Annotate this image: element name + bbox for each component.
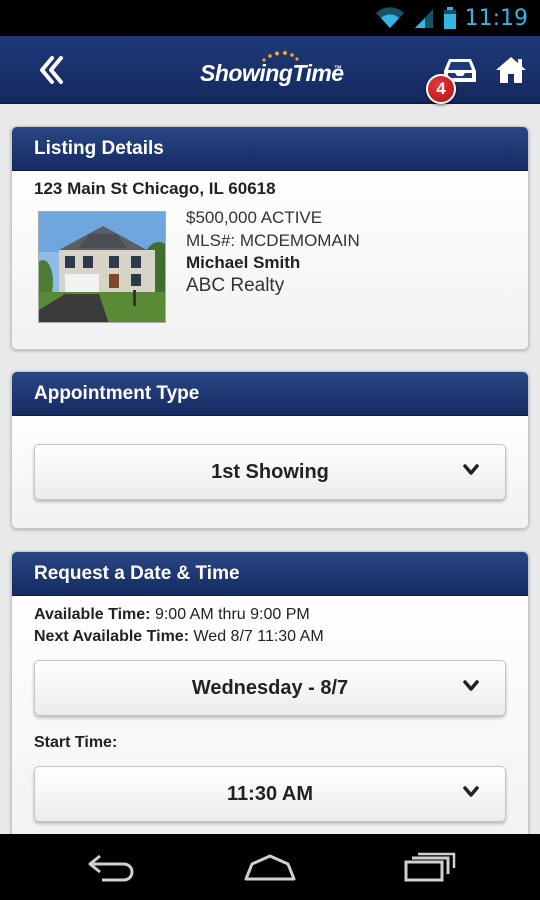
appointment-type-value: 1st Showing [211,460,329,483]
nav-home-icon[interactable] [242,852,298,882]
nav-recents-icon[interactable] [402,852,456,882]
appointment-type-header: Appointment Type [12,372,528,416]
home-icon [496,57,526,83]
wifi-icon [375,7,404,29]
main-content: Listing Details 123 Main St Chicago, IL … [0,104,540,834]
signal-icon [414,9,433,28]
listing-details-card: Listing Details 123 Main St Chicago, IL … [11,126,529,350]
chevron-down-icon [463,786,479,797]
app-logo: ShowingTime ™ [200,50,350,90]
logo-text: ShowingTime [200,60,344,86]
appointment-type-card: Appointment Type 1st Showing [11,371,529,529]
battery-icon [443,7,456,29]
start-time-select[interactable]: 11:30 AM [34,766,506,822]
appointment-type-select[interactable]: 1st Showing [34,444,506,500]
nav-back-icon[interactable] [86,852,138,882]
app-bar: ShowingTime ™ [0,36,540,104]
next-available-time-label: Next Available Time: [34,628,190,645]
start-time-label: Start Time: [34,734,118,751]
next-available-time-value: Wed 8/7 11:30 AM [193,628,324,645]
available-time-label: Available Time: [34,606,151,623]
request-date-time-card: Request a Date & Time Available Time: 9:… [11,551,529,834]
system-nav-bar [0,834,540,900]
status-bar: 11:19 [0,0,540,36]
logo-trademark: ™ [334,64,342,73]
available-time-value: 9:00 AM thru 9:00 PM [154,606,310,623]
chevron-down-icon [463,464,479,475]
chevron-down-icon [463,680,479,691]
request-date-time-header: Request a Date & Time [12,552,528,596]
date-select[interactable]: Wednesday - 8/7 [34,660,506,716]
next-available-time-line: Next Available Time: Wed 8/7 11:30 AM [12,626,528,648]
home-button[interactable] [494,54,528,86]
listing-mls: MLS#: MCDEMOMAIN [186,230,360,250]
listing-address: 123 Main St Chicago, IL 60618 [34,179,276,198]
listing-office: ABC Realty [186,274,285,296]
listing-agent: Michael Smith [186,253,301,272]
back-button[interactable] [30,50,74,90]
listing-price-status: $500,000 ACTIVE [186,208,323,227]
house-photo[interactable] [38,211,166,323]
listing-details-header: Listing Details [12,127,528,171]
available-time-line: Available Time: 9:00 AM thru 9:00 PM [12,604,528,626]
start-time-value: 11:30 AM [227,782,313,805]
back-icon [40,56,63,84]
date-select-value: Wednesday - 8/7 [191,676,349,699]
status-time: 11:19 [464,5,528,31]
notification-badge[interactable]: 4 [426,74,456,104]
